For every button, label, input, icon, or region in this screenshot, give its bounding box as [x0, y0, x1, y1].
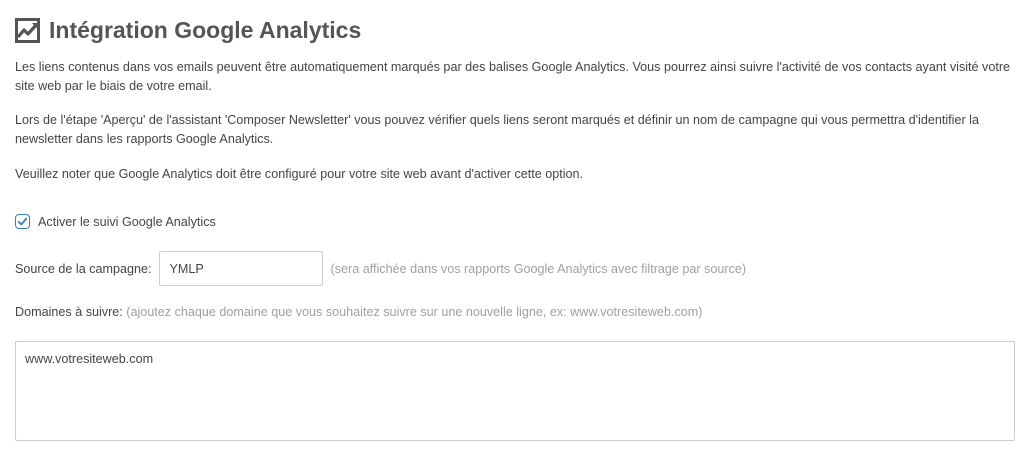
domains-textarea[interactable]: www.votresiteweb.com	[15, 341, 1015, 441]
campaign-source-input[interactable]	[158, 251, 323, 286]
section-header: Intégration Google Analytics	[15, 14, 361, 46]
domains-label: Domaines à suivre:	[15, 305, 123, 319]
domains-hint: (ajoutez chaque domaine que vous souhait…	[126, 305, 703, 319]
campaign-source-hint: (sera affichée dans vos rapports Google …	[330, 261, 747, 276]
tracking-checkbox-label[interactable]: Activer le suivi Google Analytics	[38, 215, 216, 229]
tracking-checkbox[interactable]	[15, 214, 30, 229]
description-paragraph-3: Veuillez noter que Google Analytics doit…	[15, 167, 584, 181]
page-title: Intégration Google Analytics	[49, 16, 362, 43]
description-paragraph-1: Les liens contenus dans vos emails peuve…	[15, 60, 1011, 93]
campaign-source-row: Source de la campagne: (sera affichée da…	[15, 251, 746, 286]
description-paragraph-2: Lors de l'étape 'Aperçu' de l'assistant …	[15, 113, 979, 146]
line-chart-icon	[15, 17, 40, 43]
domains-row: Domaines à suivre: (ajoutez chaque domai…	[15, 305, 702, 319]
tracking-toggle-row[interactable]: Activer le suivi Google Analytics	[15, 214, 216, 229]
checkmark-icon	[17, 217, 28, 226]
campaign-source-label: Source de la campagne:	[15, 261, 152, 276]
